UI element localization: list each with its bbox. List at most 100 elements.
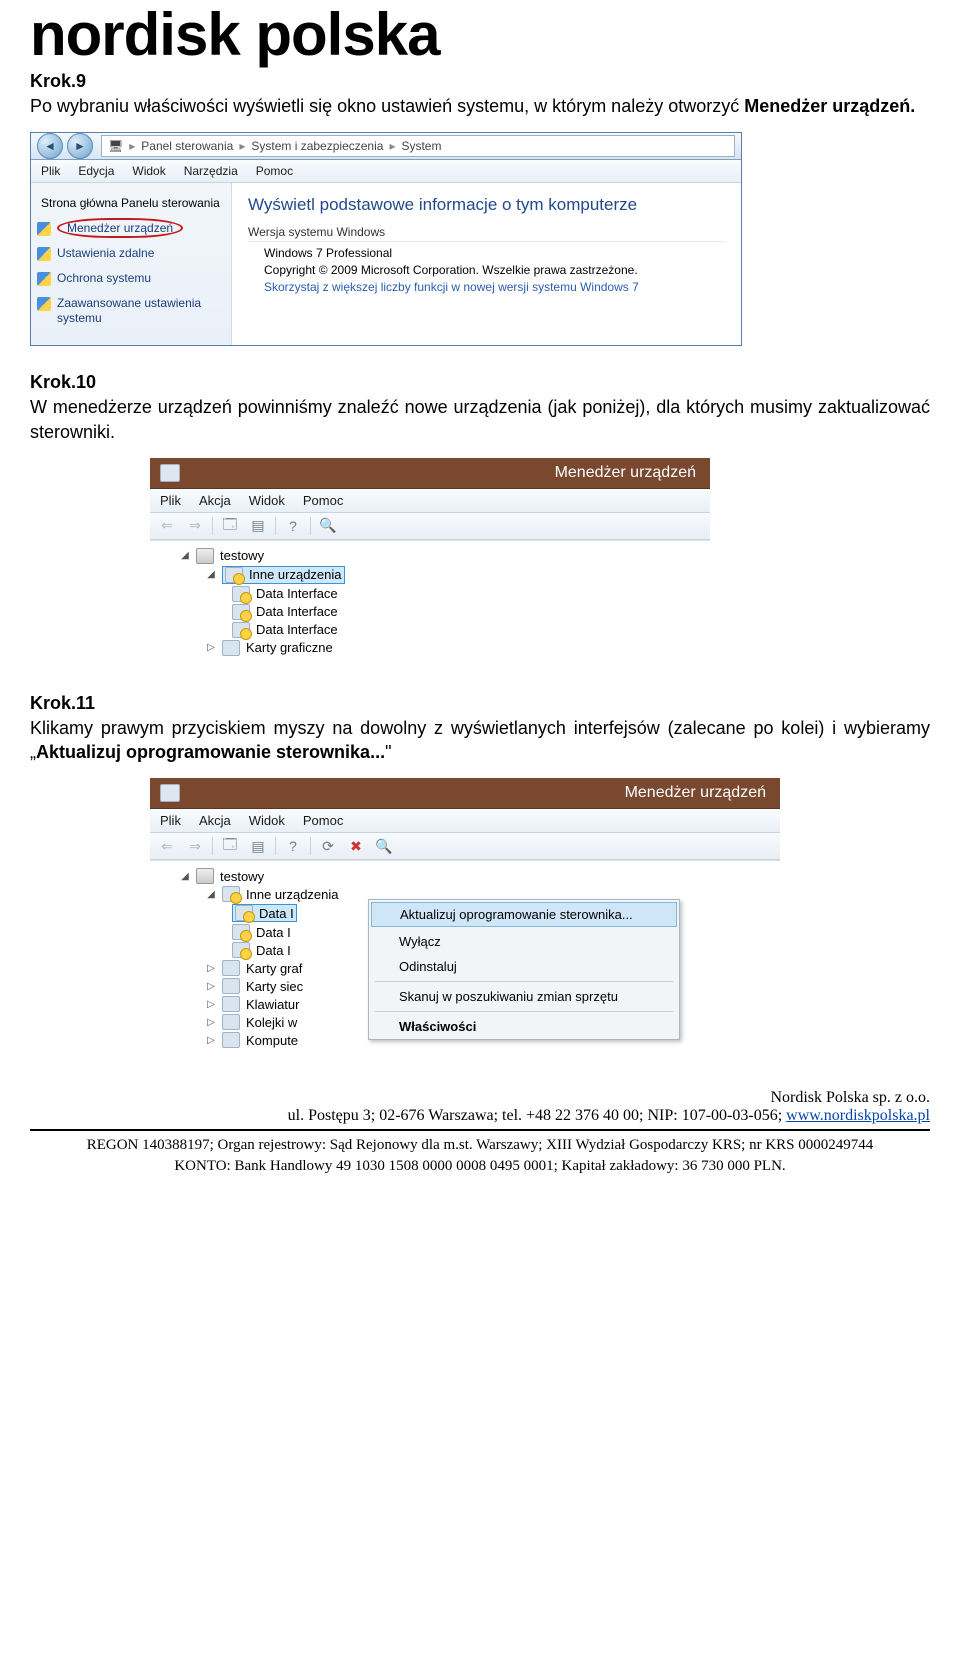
dm-toolbar: ⇐ ⇒ 🗔 ▤ ? ⟳ ✖ 🔍 [150,833,780,860]
dm-titlebar: Menedżer urządzeń [150,458,710,489]
tb-list-icon[interactable]: ▤ [247,836,269,856]
network-icon [222,978,240,994]
dm-menu-akcja[interactable]: Akcja [199,493,231,508]
menu-bar: Plik Edycja Widok Narzędzia Pomoc [31,160,741,183]
breadcrumb[interactable]: 🖥 ▸ Panel sterowania ▸ System i zabezpie… [101,135,735,157]
footer-url[interactable]: www.nordiskpolska.pl [786,1107,930,1124]
tb-help-icon[interactable]: ? [282,516,304,536]
tb-uninstall-icon[interactable]: ✖ [345,836,367,856]
tb-tree-icon[interactable]: 🗔 [219,516,241,536]
dm-menu-plik[interactable]: Plik [160,493,181,508]
unknown-device-icon [235,905,253,921]
footer-rule [30,1129,930,1131]
footer-legal: REGON 140388197; Organ rejestrowy: Sąd R… [30,1135,930,1176]
crumb-a[interactable]: Panel sterowania [141,139,233,153]
step11-head: Krok.11 [30,693,930,714]
footer-company-block: Nordisk Polska sp. z o.o. ul. Postępu 3;… [30,1089,930,1125]
ctx-uninstall[interactable]: Odinstaluj [369,954,679,979]
row-upgrade-link[interactable]: Skorzystaj z większej liczby funkcji w n… [264,280,725,294]
sidebar-item-device-manager[interactable]: Menedżer urządzeń [31,216,231,241]
window-titlebar: ◄ ► 🖥 ▸ Panel sterowania ▸ System i zabe… [31,133,741,160]
step9-bold: Menedżer urządzeń. [744,96,915,116]
main-content: Wyświetl podstawowe informacje o tym kom… [232,183,741,345]
screenshot-device-manager-2: Menedżer urządzeń Plik Akcja Widok Pomoc… [150,778,780,1059]
shield-icon [37,247,51,261]
dm-title-text: Menedżer urządzeń [625,784,766,801]
dm-menubar: Plik Akcja Widok Pomoc [150,489,710,513]
device-manager-icon [160,784,180,802]
tb-back-icon: ⇐ [156,836,178,856]
sidebar-item-advanced[interactable]: Zaawansowane ustawienia systemu [31,291,231,331]
display-icon [222,640,240,656]
step11-body: Klikamy prawym przyciskiem myszy na dowo… [30,716,930,765]
shield-icon [37,297,51,311]
tree-data-interface[interactable]: Data Interface [158,585,702,603]
footer-line3: KONTO: Bank Handlowy 49 1030 1508 0000 0… [30,1156,930,1176]
printer-icon [222,1014,240,1030]
crumb-b[interactable]: System i zabezpieczenia [251,139,383,153]
tree-display-adapters[interactable]: ▷Karty graficzne [158,639,702,657]
screenshot-device-manager-1: Menedżer urządzeń Plik Akcja Widok Pomoc… [150,458,710,667]
unknown-device-icon [232,604,250,620]
tree-data-interface[interactable]: Data Interface [158,603,702,621]
tree-data-interface[interactable]: Data Interface [158,621,702,639]
sidebar-home[interactable]: Strona główna Panelu sterowania [31,191,231,216]
sidebar: Strona główna Panelu sterowania Menedżer… [31,183,232,345]
back-button[interactable]: ◄ [37,133,63,159]
menu-edycja[interactable]: Edycja [78,164,114,178]
dm-menu-widok[interactable]: Widok [249,813,285,828]
menu-pomoc[interactable]: Pomoc [256,164,293,178]
step11-text-c: " [385,742,391,762]
tb-help-icon[interactable]: ? [282,836,304,856]
footer-line2: REGON 140388197; Organ rejestrowy: Sąd R… [30,1135,930,1155]
folder-icon: 🖥 [108,139,123,153]
unknown-device-icon [232,942,250,958]
row-edition: Windows 7 Professional [264,246,725,260]
brand-title: nordisk polska [30,0,930,69]
context-menu: Aktualizuj oprogramowanie sterownika... … [368,899,680,1040]
device-manager-icon [160,464,180,482]
tb-scan-icon[interactable]: 🔍 [317,516,339,536]
dm-tree: ◢testowy ◢Inne urządzenia Data Interface… [150,540,710,667]
dm-menu-pomoc[interactable]: Pomoc [303,813,343,828]
tb-scan-icon[interactable]: 🔍 [373,836,395,856]
menu-widok[interactable]: Widok [132,164,165,178]
ctx-properties[interactable]: Właściwości [369,1014,679,1039]
sidebar-item-remote[interactable]: Ustawienia zdalne [31,241,231,266]
unknown-device-icon [232,622,250,638]
unknown-device-icon [232,586,250,602]
dm-menu-plik[interactable]: Plik [160,813,181,828]
ctx-update-driver[interactable]: Aktualizuj oprogramowanie sterownika... [371,902,677,927]
screenshot-system-window: ◄ ► 🖥 ▸ Panel sterowania ▸ System i zabe… [30,132,742,346]
dm-menu-widok[interactable]: Widok [249,493,285,508]
tb-tree-icon[interactable]: 🗔 [219,836,241,856]
forward-button[interactable]: ► [67,133,93,159]
shield-icon [37,272,51,286]
tree-root[interactable]: ◢testowy [158,867,772,885]
dm-menubar: Plik Akcja Widok Pomoc [150,809,780,833]
row-copyright: Copyright © 2009 Microsoft Corporation. … [264,263,725,277]
tree-other-devices[interactable]: ◢Inne urządzenia [158,565,702,585]
display-icon [222,960,240,976]
computer-icon [196,868,214,884]
dm-tree: ◢testowy ◢Inne urządzenia Data I Aktuali… [150,860,780,1059]
menu-plik[interactable]: Plik [41,164,60,178]
dm-menu-pomoc[interactable]: Pomoc [303,493,343,508]
tree-root[interactable]: ◢testowy [158,547,702,565]
circled-highlight: Menedżer urządzeń [57,218,183,238]
dm-titlebar: Menedżer urządzeń [150,778,780,809]
keyboard-icon [222,996,240,1012]
tb-fwd-icon: ⇒ [184,516,206,536]
step10-head: Krok.10 [30,372,930,393]
tb-list-icon[interactable]: ▤ [247,516,269,536]
menu-narzedzia[interactable]: Narzędzia [184,164,238,178]
crumb-c[interactable]: System [401,139,441,153]
tb-update-icon[interactable]: ⟳ [317,836,339,856]
sidebar-item-protection[interactable]: Ochrona systemu [31,266,231,291]
dm-menu-akcja[interactable]: Akcja [199,813,231,828]
computer-icon [222,1032,240,1048]
group-edition: Wersja systemu Windows [248,225,725,242]
unknown-device-icon [232,924,250,940]
ctx-disable[interactable]: Wyłącz [369,929,679,954]
ctx-scan[interactable]: Skanuj w poszukiwaniu zmian sprzętu [369,984,679,1009]
